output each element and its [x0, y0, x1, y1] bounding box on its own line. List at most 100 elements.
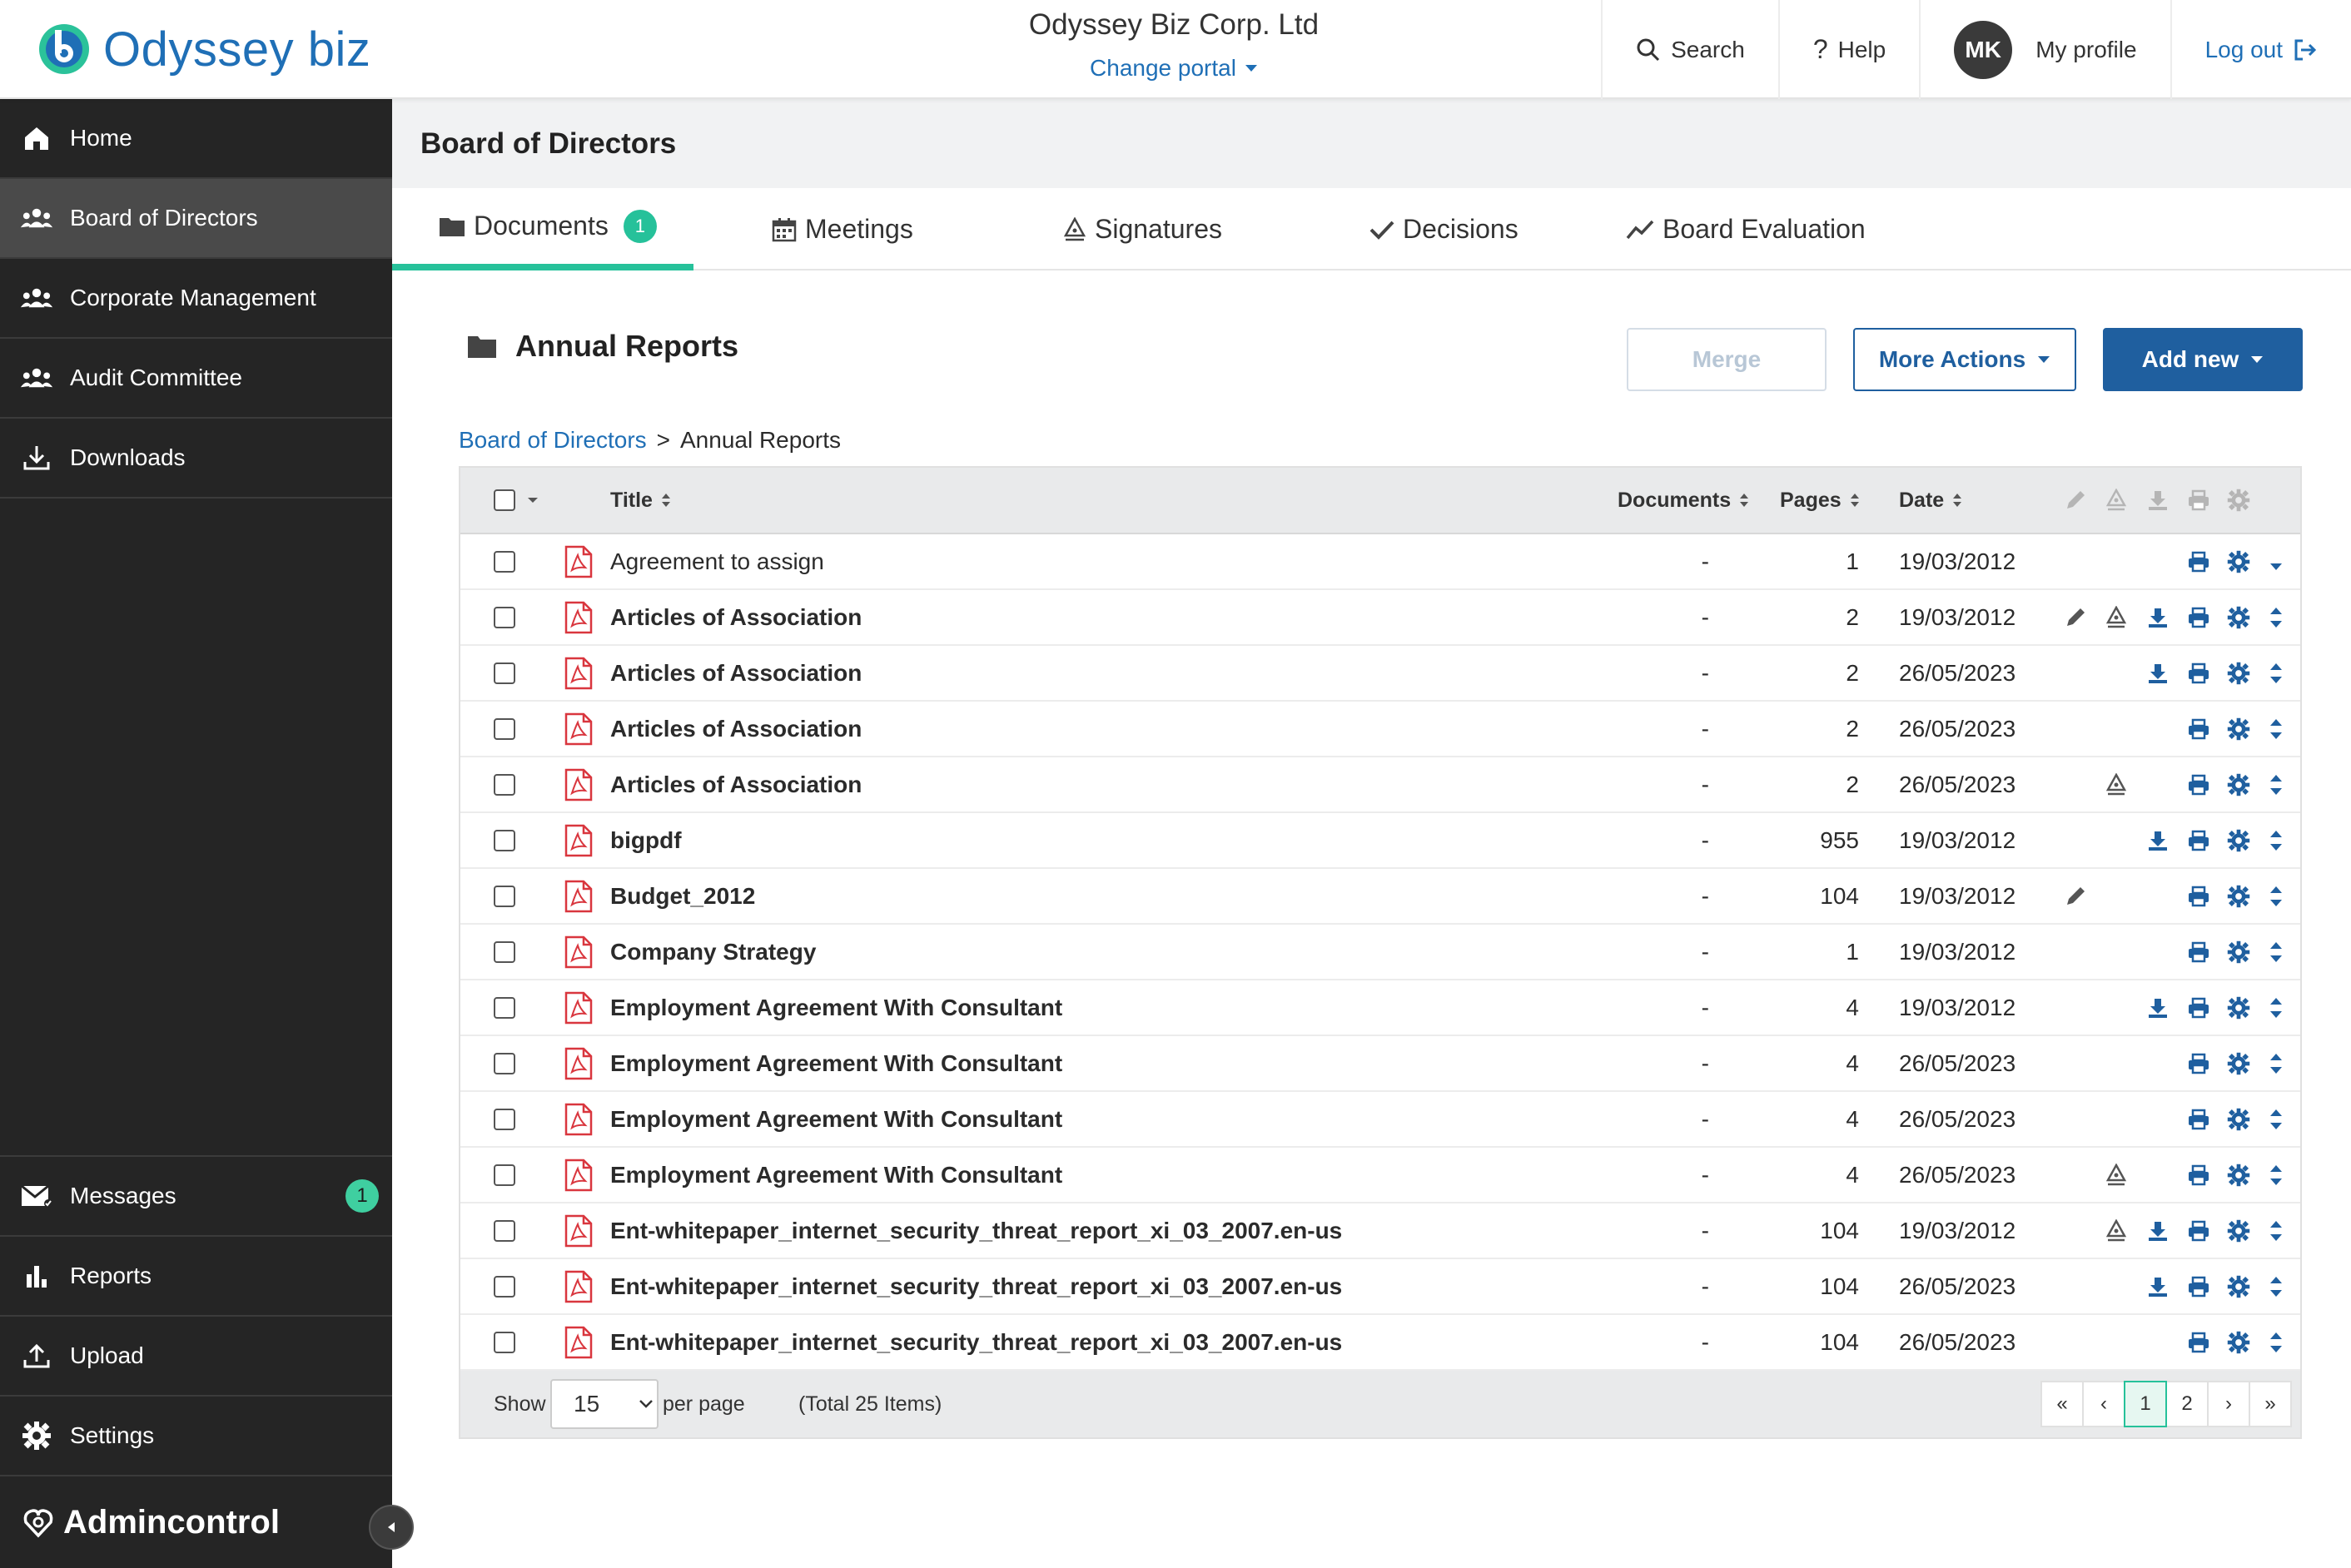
table-row[interactable]: Ent-whitepaper_internet_security_threat_… — [460, 1315, 2300, 1371]
tab-meetings[interactable]: Meetings — [772, 188, 913, 270]
table-row[interactable]: Employment Agreement With Consultant - 4 19… — [460, 980, 2300, 1036]
sidebar-item-board-of-directors[interactable]: Board of Directors — [0, 179, 392, 259]
reorder-icon[interactable] — [2269, 884, 2284, 909]
page-2-button[interactable]: 2 — [2165, 1381, 2209, 1427]
table-row[interactable]: Articles of Association - 2 26/05/2023 — [460, 702, 2300, 757]
profile-button[interactable]: MK My profile — [1919, 0, 2170, 99]
print-icon[interactable] — [2187, 607, 2210, 628]
reorder-icon[interactable] — [2269, 995, 2284, 1020]
odyssey-logo[interactable]: Odyssey biz — [37, 20, 370, 78]
document-title[interactable]: Company Strategy — [610, 925, 816, 979]
row-checkbox[interactable] — [494, 773, 515, 796]
settings-icon[interactable] — [2227, 662, 2250, 685]
bulk-download-icon[interactable] — [2147, 489, 2169, 511]
tab-board-evaluation[interactable]: Board Evaluation — [1626, 188, 1866, 270]
row-checkbox[interactable] — [494, 940, 515, 963]
row-checkbox[interactable] — [494, 1331, 515, 1353]
print-icon[interactable] — [2187, 1053, 2210, 1074]
settings-icon[interactable] — [2227, 773, 2250, 796]
row-checkbox[interactable] — [494, 717, 515, 740]
page-1-button[interactable]: 1 — [2124, 1381, 2167, 1427]
reorder-icon[interactable] — [2269, 1051, 2284, 1076]
settings-icon[interactable] — [2227, 829, 2250, 852]
sidebar-item-upload[interactable]: Upload — [0, 1315, 392, 1395]
sign-icon[interactable] — [2105, 772, 2127, 796]
sidebar-item-messages[interactable]: Messages 1 — [0, 1155, 392, 1235]
collapse-sidebar-button[interactable] — [369, 1505, 414, 1550]
table-row[interactable]: Budget_2012 - 104 19/03/2012 — [460, 869, 2300, 925]
sidebar-item-settings[interactable]: Settings — [0, 1395, 392, 1475]
help-button[interactable]: ? Help — [1777, 0, 1919, 99]
document-title[interactable]: Articles of Association — [610, 590, 862, 644]
table-row[interactable]: Employment Agreement With Consultant - 4 26… — [460, 1036, 2300, 1092]
document-title[interactable]: Budget_2012 — [610, 869, 755, 923]
next-page-button[interactable]: › — [2207, 1381, 2250, 1427]
edit-icon[interactable] — [2064, 606, 2087, 629]
search-button[interactable]: Search — [1601, 0, 1778, 99]
print-icon[interactable] — [2187, 1332, 2210, 1353]
row-checkbox[interactable] — [494, 996, 515, 1019]
settings-icon[interactable] — [2227, 1108, 2250, 1131]
settings-icon[interactable] — [2227, 1219, 2250, 1243]
print-icon[interactable] — [2187, 662, 2210, 684]
bulk-print-icon[interactable] — [2187, 489, 2210, 511]
reorder-icon[interactable] — [2269, 1274, 2284, 1299]
settings-icon[interactable] — [2227, 1052, 2250, 1075]
table-row[interactable]: Articles of Association - 2 26/05/2023 — [460, 757, 2300, 813]
download-icon[interactable] — [2147, 830, 2169, 851]
breadcrumb-root[interactable]: Board of Directors — [459, 427, 647, 454]
row-checkbox[interactable] — [494, 1164, 515, 1186]
print-icon[interactable] — [2187, 551, 2210, 573]
print-icon[interactable] — [2187, 774, 2210, 796]
reorder-icon[interactable] — [2269, 1163, 2284, 1188]
select-all-checkbox[interactable] — [494, 489, 515, 511]
table-row[interactable]: bigpdf - 955 19/03/2012 — [460, 813, 2300, 869]
column-documents[interactable]: Documents — [1618, 468, 1749, 533]
select-all-control[interactable] — [494, 468, 539, 533]
column-date[interactable]: Date — [1899, 468, 1962, 533]
table-row[interactable]: Articles of Association - 2 26/05/2023 — [460, 646, 2300, 702]
reorder-icon[interactable] — [2269, 940, 2284, 965]
print-icon[interactable] — [2187, 886, 2210, 907]
document-title[interactable]: Ent-whitepaper_internet_security_threat_… — [610, 1315, 1342, 1369]
settings-icon[interactable] — [2227, 996, 2250, 1020]
change-portal-link[interactable]: Change portal — [1090, 55, 1258, 82]
sign-icon[interactable] — [2105, 1163, 2127, 1187]
column-title[interactable]: Title — [610, 468, 671, 533]
row-checkbox[interactable] — [494, 550, 515, 573]
row-checkbox[interactable] — [494, 606, 515, 628]
document-title[interactable]: Employment Agreement With Consultant — [610, 1036, 1062, 1090]
reorder-icon[interactable] — [2269, 772, 2284, 797]
print-icon[interactable] — [2187, 830, 2210, 851]
download-icon[interactable] — [2147, 1276, 2169, 1298]
table-row[interactable]: Ent-whitepaper_internet_security_threat_… — [460, 1259, 2300, 1315]
bulk-settings-icon[interactable] — [2227, 489, 2250, 512]
print-icon[interactable] — [2187, 1109, 2210, 1130]
row-checkbox[interactable] — [494, 1108, 515, 1130]
download-icon[interactable] — [2147, 1220, 2169, 1242]
sidebar-item-corporate-management[interactable]: Corporate Management — [0, 259, 392, 339]
reorder-icon[interactable] — [2269, 1330, 2284, 1355]
prev-page-button[interactable]: ‹ — [2082, 1381, 2125, 1427]
sidebar-item-home[interactable]: Home — [0, 99, 392, 179]
bulk-edit-icon[interactable] — [2064, 489, 2087, 512]
sign-icon[interactable] — [2105, 605, 2127, 629]
reorder-icon[interactable] — [2269, 1107, 2284, 1132]
tab-decisions[interactable]: Decisions — [1369, 188, 1518, 270]
document-title[interactable]: Employment Agreement With Consultant — [610, 1148, 1062, 1202]
more-actions-button[interactable]: More Actions — [1853, 328, 2076, 391]
reorder-icon[interactable] — [2269, 1218, 2284, 1243]
logout-button[interactable]: Log out — [2170, 0, 2351, 99]
per-page-select[interactable]: 15 — [550, 1379, 659, 1429]
settings-icon[interactable] — [2227, 1275, 2250, 1298]
settings-icon[interactable] — [2227, 940, 2250, 964]
reorder-icon[interactable] — [2269, 661, 2284, 686]
reorder-icon[interactable] — [2269, 605, 2284, 630]
first-page-button[interactable]: « — [2040, 1381, 2084, 1427]
table-row[interactable]: Ent-whitepaper_internet_security_threat_… — [460, 1203, 2300, 1259]
download-icon[interactable] — [2147, 662, 2169, 684]
merge-button[interactable]: Merge — [1627, 328, 1827, 391]
download-icon[interactable] — [2147, 607, 2169, 628]
settings-icon[interactable] — [2227, 717, 2250, 741]
row-checkbox[interactable] — [494, 829, 515, 851]
